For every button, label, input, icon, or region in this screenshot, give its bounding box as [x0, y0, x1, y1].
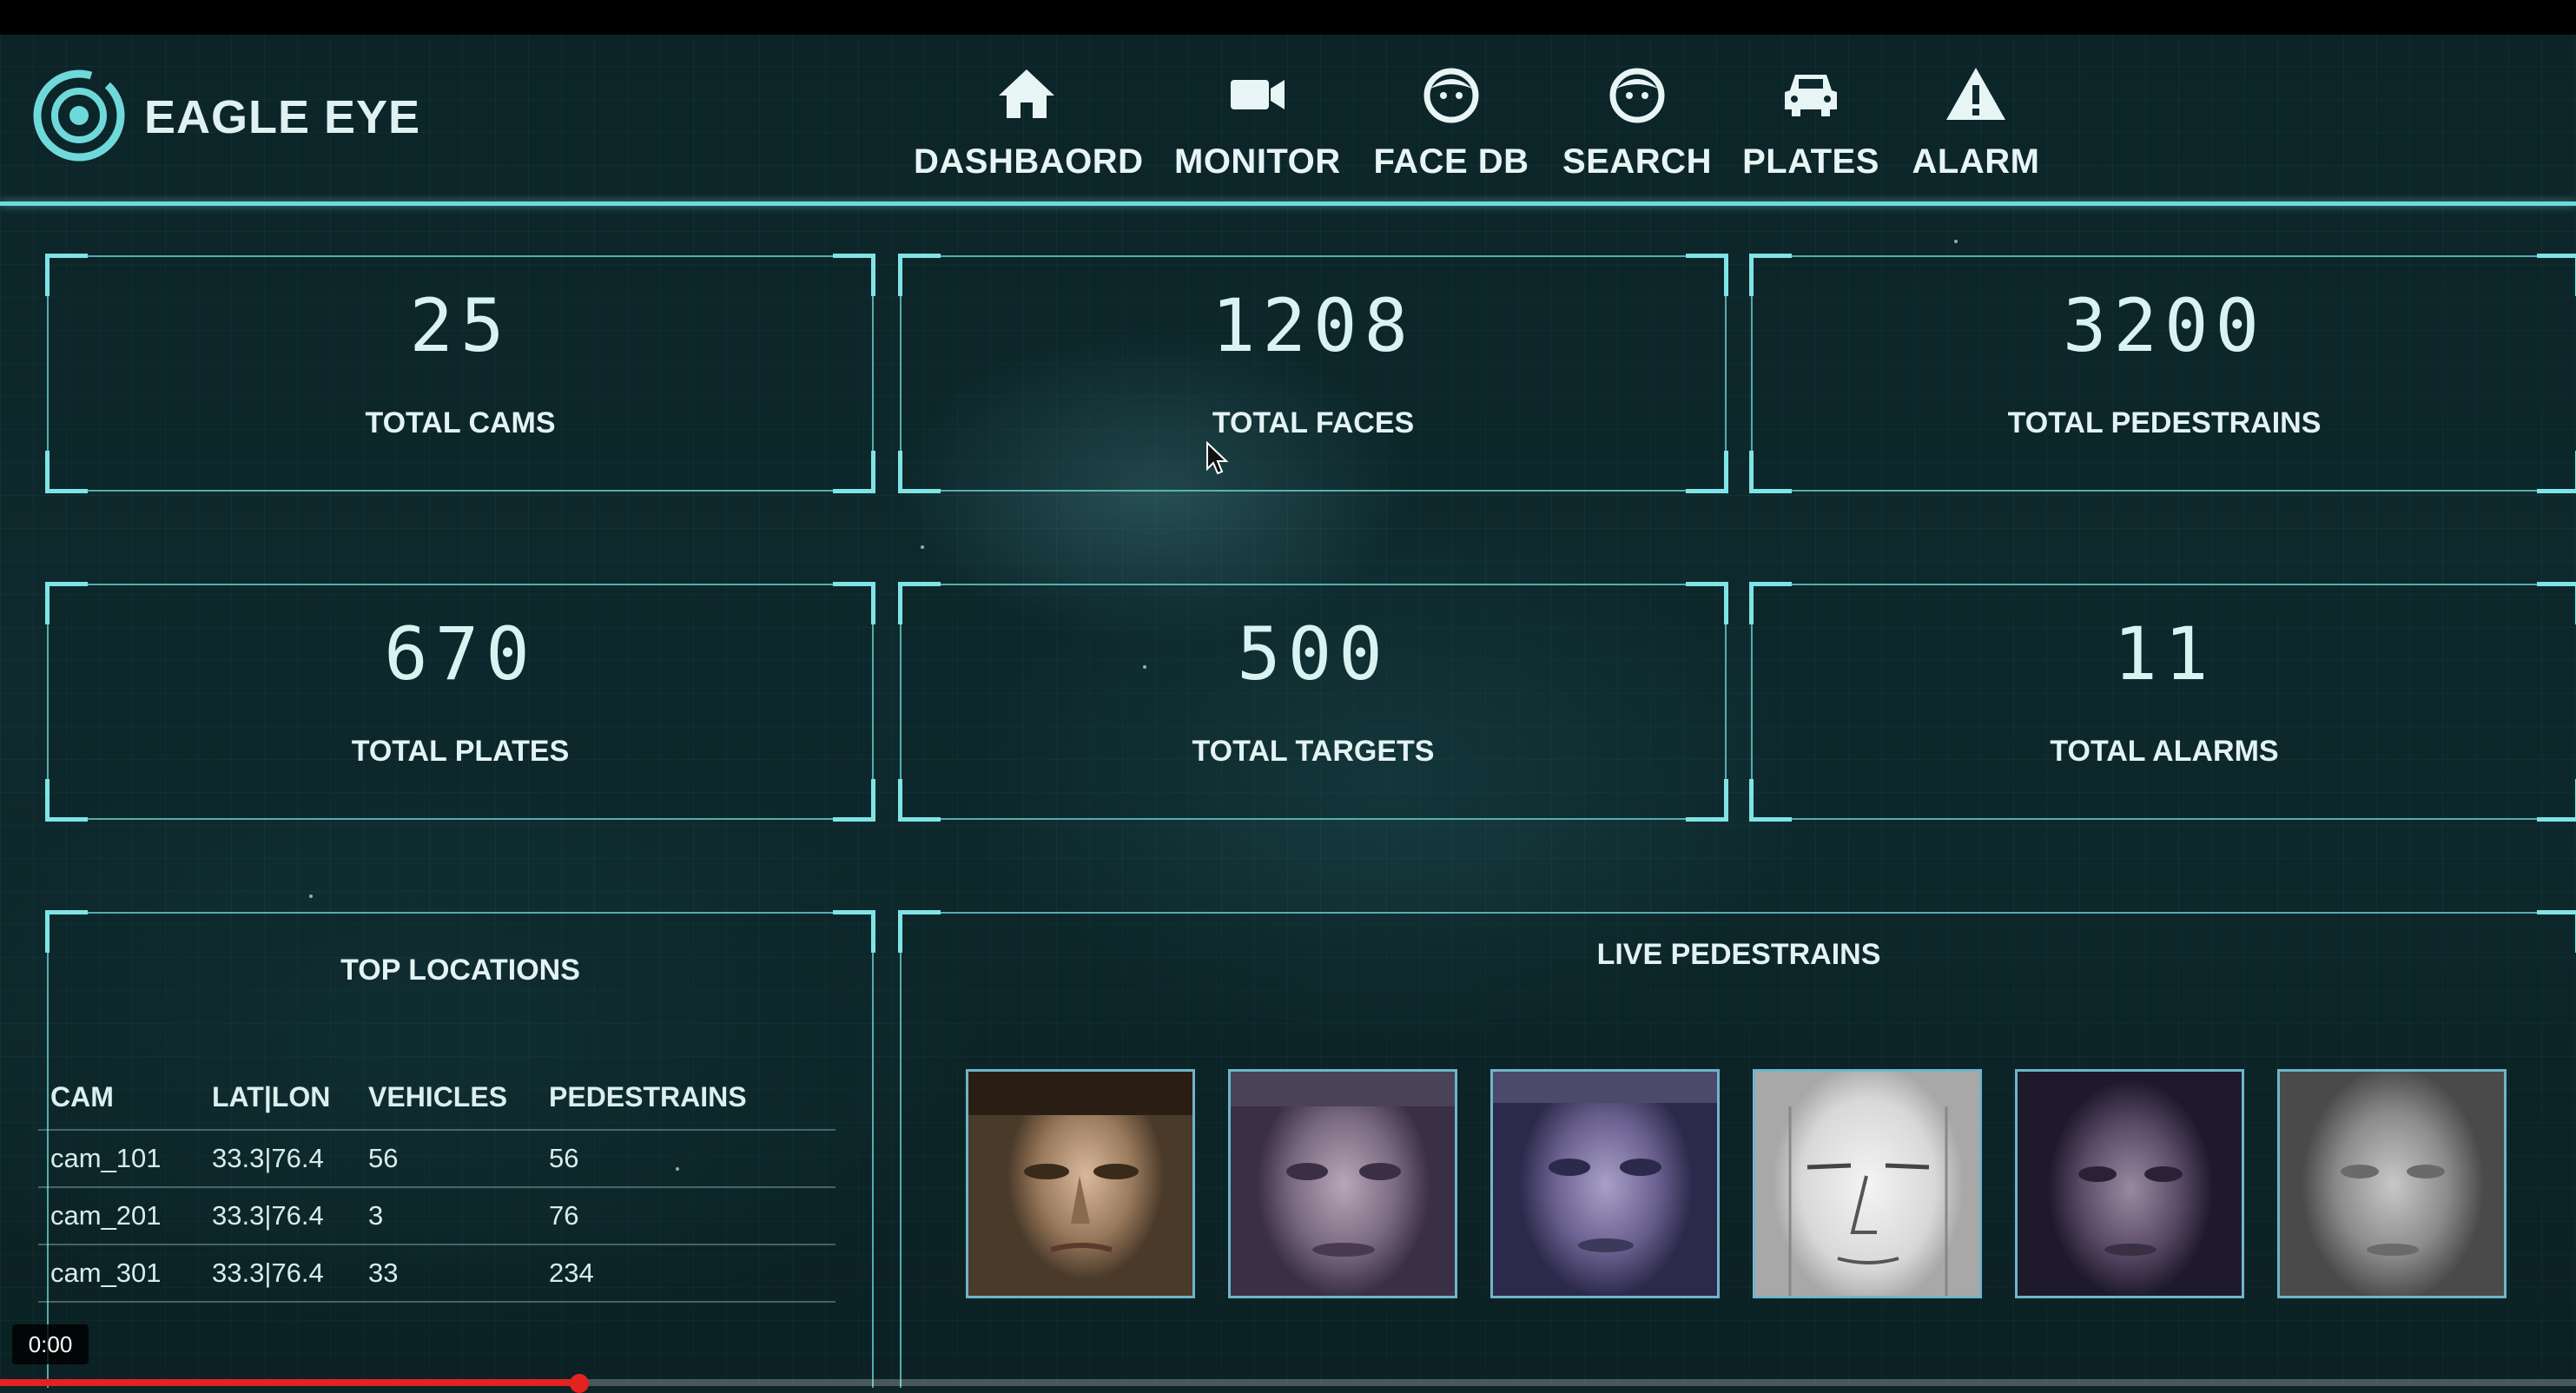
nav-label: PLATES [1742, 142, 1879, 181]
star-dot [921, 545, 924, 549]
face-thumbnail[interactable] [2277, 1069, 2507, 1298]
face-thumbnail[interactable] [966, 1069, 1195, 1298]
header-divider [0, 201, 2576, 206]
cell-pedestrians: 234 [549, 1244, 836, 1303]
face-icon [1423, 68, 1479, 123]
star-dot [309, 895, 313, 898]
video-progress-bar[interactable] [0, 1374, 2576, 1393]
stat-label: TOTAL PLATES [351, 735, 570, 768]
nav-label: SEARCH [1562, 142, 1712, 181]
top-locations-table: CAM LAT|LON VEHICLES PEDESTRAINS cam_101… [38, 1081, 836, 1303]
face-thumbnail[interactable] [1490, 1069, 1720, 1298]
mouse-pointer-icon [1206, 441, 1229, 475]
face-thumbnail[interactable] [1753, 1069, 1982, 1298]
cell-cam: cam_301 [38, 1244, 212, 1303]
stat-label: TOTAL PEDESTRAINS [2007, 406, 2322, 439]
video-progress-fill [0, 1379, 580, 1386]
star-dot [1143, 665, 1146, 669]
cell-vehicles: 56 [368, 1130, 549, 1188]
eagle-eye-logo-icon [33, 69, 125, 162]
table-row[interactable]: cam_301 33.3|76.4 33 234 [38, 1244, 836, 1303]
cell-vehicles: 3 [368, 1187, 549, 1245]
warning-icon [1946, 68, 2005, 120]
star-dot [1954, 240, 1958, 243]
stat-card-total-cams[interactable]: 25 TOTAL CAMS [45, 254, 875, 493]
stat-card-total-targets[interactable]: 500 TOTAL TARGETS [898, 582, 1728, 822]
nav-label: ALARM [1912, 142, 2040, 181]
stat-label: TOTAL ALARMS [2050, 735, 2279, 768]
stat-value: 3200 [2062, 283, 2267, 368]
nav-monitor[interactable]: MONITOR [1174, 63, 1341, 193]
nav-alarm[interactable]: ALARM [1902, 63, 2050, 193]
table-header-row: CAM LAT|LON VEHICLES PEDESTRAINS [38, 1081, 836, 1131]
nav-dashboard[interactable]: DASHBAORD [914, 63, 1144, 193]
stat-value: 25 [409, 283, 512, 368]
cell-pedestrians: 76 [549, 1187, 836, 1245]
nav-label: MONITOR [1174, 142, 1341, 181]
video-timestamp: 0:00 [12, 1324, 89, 1364]
car-icon [1785, 75, 1837, 116]
cell-latlon: 33.3|76.4 [212, 1244, 368, 1303]
column-header: PEDESTRAINS [549, 1081, 836, 1131]
cell-pedestrians: 56 [549, 1130, 836, 1188]
stat-value: 11 [2113, 611, 2216, 696]
stat-value: 670 [384, 611, 537, 696]
column-header: LAT|LON [212, 1081, 368, 1131]
nav-plates[interactable]: PLATES [1737, 63, 1885, 193]
column-header: CAM [38, 1081, 212, 1131]
cell-cam: cam_201 [38, 1187, 212, 1245]
home-icon [999, 69, 1054, 118]
window-top-bar [0, 0, 2576, 35]
face-thumbnail[interactable] [2015, 1069, 2244, 1298]
star-dot [676, 1167, 679, 1171]
video-camera-icon [1231, 80, 1285, 109]
stat-label: TOTAL TARGETS [1192, 735, 1435, 768]
brand-name: EAGLE EYE [144, 91, 421, 143]
nav-label: FACE DB [1373, 142, 1529, 181]
stat-card-total-faces[interactable]: 1208 TOTAL FACES [898, 254, 1728, 493]
stat-card-total-plates[interactable]: 670 TOTAL PLATES [45, 582, 875, 822]
cell-vehicles: 33 [368, 1244, 549, 1303]
face-thumbnail[interactable] [1228, 1069, 1457, 1298]
column-header: VEHICLES [368, 1081, 549, 1131]
panel-title: LIVE PEDESTRAINS [1596, 938, 1881, 971]
table-row[interactable]: cam_201 33.3|76.4 3 76 [38, 1187, 836, 1245]
cell-cam: cam_101 [38, 1130, 212, 1188]
nav-label: DASHBAORD [914, 142, 1144, 181]
stat-label: TOTAL CAMS [365, 406, 556, 439]
stat-card-total-alarms[interactable]: 11 TOTAL ALARMS [1749, 582, 2576, 822]
stat-card-total-pedestrians[interactable]: 3200 TOTAL PEDESTRAINS [1749, 254, 2576, 493]
panel-title: TOP LOCATIONS [340, 954, 580, 987]
stat-value: 500 [1237, 611, 1390, 696]
cell-latlon: 33.3|76.4 [212, 1130, 368, 1188]
face-search-icon [1609, 68, 1665, 123]
cell-latlon: 33.3|76.4 [212, 1187, 368, 1245]
stat-label: TOTAL FACES [1212, 406, 1415, 439]
nav-search[interactable]: SEARCH [1555, 63, 1720, 193]
nav-face-db[interactable]: FACE DB [1369, 63, 1534, 193]
video-progress-knob[interactable] [570, 1374, 590, 1393]
table-row[interactable]: cam_101 33.3|76.4 56 56 [38, 1130, 836, 1188]
stat-value: 1208 [1211, 283, 1416, 368]
